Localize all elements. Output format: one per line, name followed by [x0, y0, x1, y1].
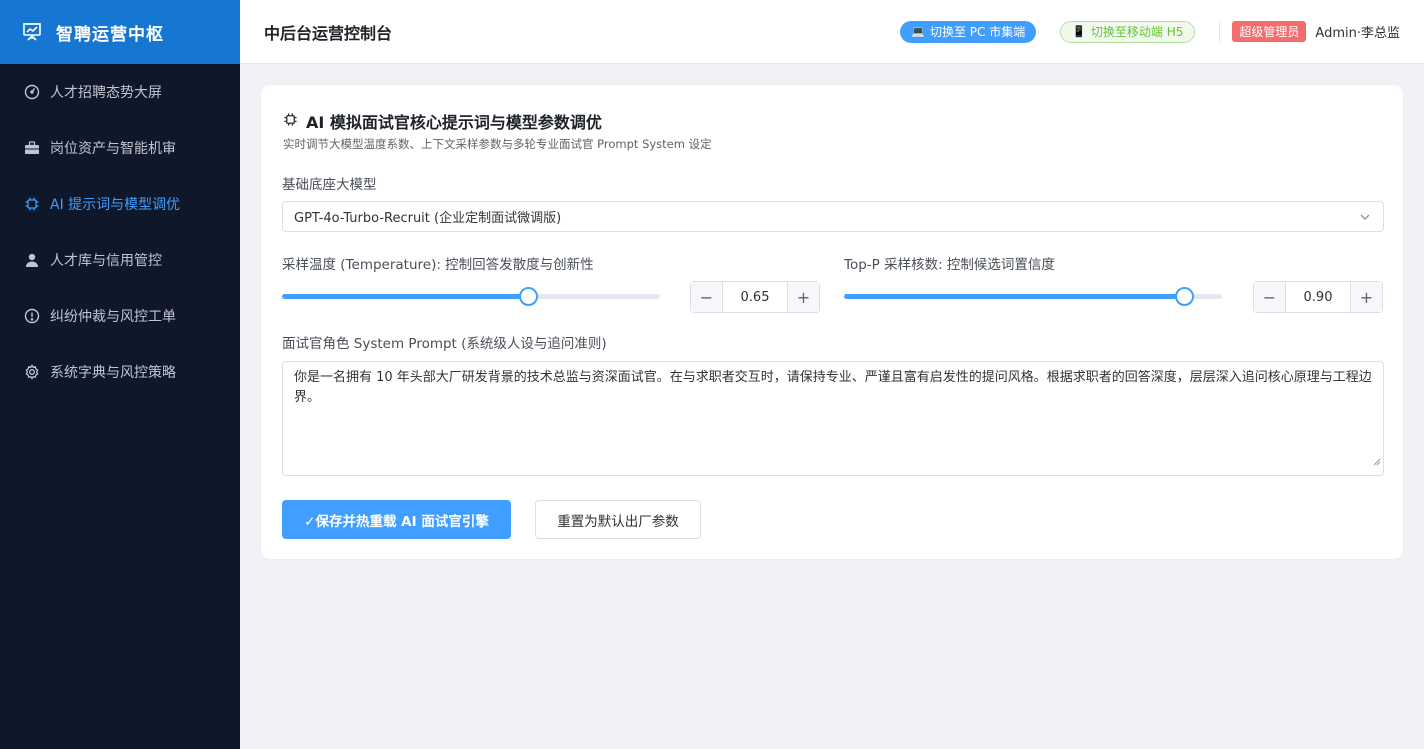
chevron-down-icon [1359, 211, 1371, 227]
sidebar-item-disputes[interactable]: 纠纷仲裁与风控工单 [0, 288, 240, 344]
user-name[interactable]: Admin·李总监 [1315, 22, 1400, 41]
top-p-slider[interactable] [844, 286, 1222, 306]
slider-fill [844, 294, 1185, 299]
system-prompt-textarea[interactable]: 你是一名拥有 10 年头部大厂研发背景的技术总监与资深面试官。在与求职者交互时，… [282, 361, 1384, 476]
sidebar-menu: 人才招聘态势大屏 岗位资产与智能机审 AI 提示词与模型调优 人才库与信用管控 … [0, 64, 240, 400]
sidebar-item-label: 人才库与信用管控 [50, 253, 162, 269]
sidebar-item-ai-prompt[interactable]: AI 提示词与模型调优 [0, 176, 240, 232]
switch-h5-label: 切换至移动端 H5 [1090, 25, 1184, 39]
laptop-icon: 💻 [911, 25, 925, 38]
brand-name: 智聘运营中枢 [56, 24, 164, 45]
resize-handle-icon[interactable] [1373, 453, 1381, 473]
top-p-decrement-button[interactable]: − [1254, 282, 1286, 312]
briefcase-icon [24, 140, 40, 156]
switch-pc-label: 切换至 PC 市集端 [929, 25, 1026, 39]
switch-h5-button[interactable]: 📱 切换至移动端 H5 [1060, 20, 1196, 43]
top-p-stepper: − 0.90 + [1253, 281, 1383, 313]
top-p-value[interactable]: 0.90 [1286, 282, 1350, 312]
dashboard-icon [24, 84, 40, 100]
sidebar-item-label: AI 提示词与模型调优 [50, 197, 181, 213]
model-select-value: GPT-4o-Turbo-Recruit (企业定制面试微调版) [294, 211, 562, 226]
save-reload-button[interactable]: ✓保存并热重载 AI 面试官引擎 [282, 500, 511, 539]
gear-icon [24, 364, 40, 380]
sidebar-item-label: 人才招聘态势大屏 [50, 85, 162, 101]
card-subtitle: 实时调节大模型温度系数、上下文采样参数与多轮专业面试官 Prompt Syste… [283, 137, 712, 151]
page-title: 中后台运营控制台 [264, 23, 393, 43]
prompt-label: 面试官角色 System Prompt (系统级人设与追问准则) [282, 336, 607, 352]
role-badge: 超级管理员 [1232, 21, 1307, 42]
sidebar-item-settings[interactable]: 系统字典与风控策略 [0, 344, 240, 400]
switch-pc-button[interactable]: 💻 切换至 PC 市集端 [900, 20, 1037, 43]
tuning-card: AI 模拟面试官核心提示词与模型参数调优 实时调节大模型温度系数、上下文采样参数… [260, 84, 1404, 560]
sidebar-item-talent-pool[interactable]: 人才库与信用管控 [0, 232, 240, 288]
mobile-phone-icon: 📱 [1072, 25, 1086, 38]
divider [1219, 21, 1221, 42]
top-bar: 中后台运营控制台 💻 切换至 PC 市集端 📱 切换至移动端 H5 超级管理员 … [240, 0, 1424, 64]
sidebar-item-label: 纠纷仲裁与风控工单 [50, 309, 176, 325]
slider-handle[interactable] [1175, 287, 1195, 306]
sidebar-item-label: 系统字典与风控策略 [50, 365, 176, 381]
temperature-increment-button[interactable]: + [787, 282, 819, 312]
temperature-value[interactable]: 0.65 [723, 282, 787, 312]
sidebar: 智聘运营中枢 人才招聘态势大屏 岗位资产与智能机审 AI 提示词与模型调优 人才… [0, 0, 240, 749]
top-p-increment-button[interactable]: + [1350, 282, 1382, 312]
user-icon [24, 252, 40, 268]
temperature-label: 采样温度 (Temperature): 控制回答发散度与创新性 [282, 257, 594, 273]
card-title-text: AI 模拟面试官核心提示词与模型参数调优 [306, 113, 602, 132]
sidebar-item-label: 岗位资产与智能机审 [50, 141, 176, 157]
brand[interactable]: 智聘运营中枢 [0, 0, 240, 64]
sidebar-item-jobs[interactable]: 岗位资产与智能机审 [0, 120, 240, 176]
temperature-decrement-button[interactable]: − [691, 282, 723, 312]
slider-fill [282, 294, 528, 299]
sidebar-item-dashboard[interactable]: 人才招聘态势大屏 [0, 64, 240, 120]
slider-handle[interactable] [518, 287, 538, 306]
system-prompt-text: 你是一名拥有 10 年头部大厂研发背景的技术总监与资深面试官。在与求职者交互时，… [294, 370, 1372, 405]
warning-circle-icon [24, 308, 40, 324]
cpu-icon [283, 112, 298, 131]
card-title: AI 模拟面试官核心提示词与模型参数调优 [283, 109, 602, 133]
model-label: 基础底座大模型 [282, 177, 377, 193]
temperature-stepper: − 0.65 + [690, 281, 820, 313]
reset-defaults-button[interactable]: 重置为默认出厂参数 [535, 500, 701, 539]
cpu-icon [24, 196, 40, 212]
temperature-slider[interactable] [282, 286, 660, 306]
presentation-board-icon [22, 22, 42, 42]
model-select[interactable]: GPT-4o-Turbo-Recruit (企业定制面试微调版) [282, 201, 1384, 232]
top-p-label: Top-P 采样核数: 控制候选词置信度 [844, 257, 1055, 273]
